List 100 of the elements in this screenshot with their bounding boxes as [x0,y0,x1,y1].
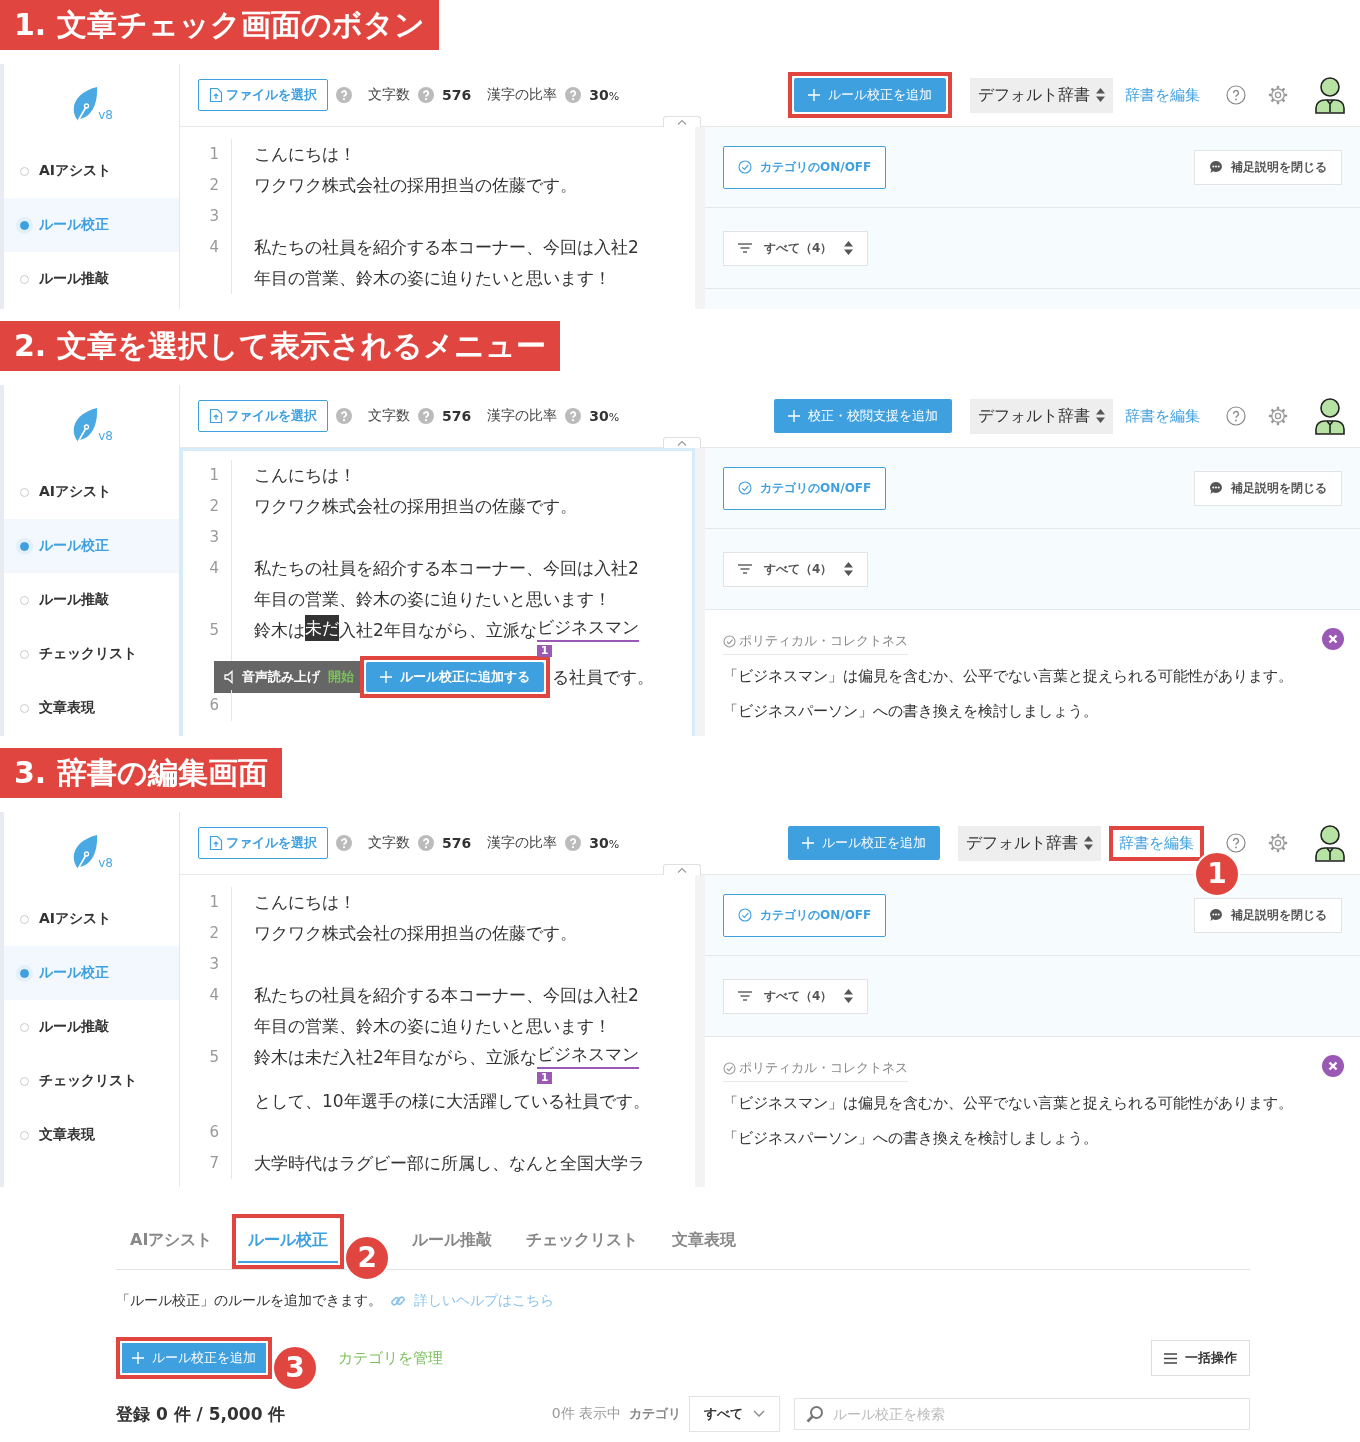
search-field[interactable]: ルール校正を検索 [794,1398,1250,1430]
line-number: 1 [180,887,232,918]
plus-icon [788,410,800,422]
line-number: 5 [180,615,232,659]
sidebar-item[interactable]: チェックリスト [4,627,179,681]
sort-caret-icon [1096,88,1105,102]
link-icon [390,1293,406,1309]
sidebar-item[interactable]: ルール推敲 [4,1000,179,1054]
close-notes-button[interactable]: 補足説明を閉じる [1194,470,1342,506]
collapse-button[interactable] [663,437,701,448]
dictionary-select[interactable]: デフォルト辞書 [958,825,1101,861]
line-number: 1 [180,460,232,491]
help-icon [1226,406,1246,426]
close-icon[interactable] [1322,628,1344,650]
sidebar-item[interactable]: 文章表現 [4,681,179,735]
editor-text: 大学時代はラグビー部に所属し、なんと全国大学ラ [254,1152,645,1175]
editor-text: ワクワク株式会社の採用担当の佐藤です。 [254,495,577,518]
editor-text: こんにちは！ [254,143,356,166]
step-number-badge: 2 [344,1234,391,1281]
sidebar-item[interactable]: AIアシスト [4,465,179,519]
help-icon [1226,833,1246,853]
filter-icon [738,564,752,574]
plus-icon [808,89,820,101]
sidebar-item[interactable]: AIアシスト [4,144,179,198]
step-number-badge: 3 [272,1345,318,1391]
close-notes-button[interactable]: 補足説明を閉じる [1194,897,1342,933]
speech-bubble-icon [1209,481,1223,495]
help-icon [418,408,434,424]
chevron-up-icon [677,867,687,873]
kanji-ratio-label: 漢字の比率 [487,407,558,425]
line-number: 3 [180,522,232,553]
tab[interactable]: チェックリスト [512,1219,653,1263]
speech-bubble-icon [1209,160,1223,174]
help-icon [336,835,352,851]
section-heading: 2. 文章を選択して表示されるメニュー [0,321,560,371]
sort-caret-icon [844,562,854,576]
help-icon [418,87,434,103]
help-icon [1226,85,1246,105]
dictionary-select[interactable]: デフォルト辞書 [970,77,1113,113]
read-aloud-button[interactable]: 音声読み上げ 開始 [214,661,360,693]
showing-count: 0件 表示中 [551,1405,621,1423]
sidebar-item[interactable]: 文章表現 [4,1108,179,1162]
upload-file-icon [209,87,223,103]
user-avatar-icon [1314,76,1346,114]
kanji-ratio-label: 漢字の比率 [487,86,558,104]
collapse-button[interactable] [663,864,701,875]
sidebar-item[interactable]: AIアシスト [4,892,179,946]
tab[interactable]: AIアシスト [116,1219,227,1263]
sidebar-item[interactable]: ルール推敲 [4,573,179,627]
settings-icon [1268,833,1288,853]
dictionary-select[interactable]: デフォルト辞書 [970,398,1113,434]
category-label: ポリティカル・コレクトネス [739,632,908,650]
close-icon[interactable] [1322,1055,1344,1077]
filter-select[interactable]: すべて（4） [723,230,869,266]
filter-select[interactable]: すべて（4） [723,978,869,1014]
suggestion-text: 「ビジネスマン」は偏見を含むか、公平でない言葉と捉えられる可能性があります。 [723,1093,1294,1114]
sidebar-item[interactable]: ルール推敲 [4,252,179,306]
bulk-action-button[interactable]: 一括操作 [1151,1340,1250,1376]
upload-file-icon [209,408,223,424]
section-heading: 1. 文章チェック画面のボタン [0,0,439,50]
kanji-ratio: 30% [589,835,620,851]
sidebar-item[interactable]: チェックリスト [4,1054,179,1108]
editor-text: ワクワク株式会社の採用担当の佐藤です。 [254,922,577,945]
editor-text: 鈴木は [254,619,305,642]
menu-icon [1164,1352,1177,1364]
char-count: 576 [442,408,472,424]
close-notes-button[interactable]: 補足説明を閉じる [1194,149,1342,185]
settings-icon [1268,406,1288,426]
editor-text: 私たちの社員を紹介する本コーナー、今回は入社2 [254,984,639,1007]
user-avatar-icon [1314,824,1346,862]
kanji-ratio: 30% [589,87,620,103]
help-icon [418,835,434,851]
flagged-text[interactable]: ビジネスマン [536,615,639,642]
sort-caret-icon [1096,409,1105,423]
tab[interactable]: 文章表現 [658,1219,751,1263]
version-label: v8 [98,108,113,122]
help-icon [565,408,582,424]
filter-select[interactable]: すべて（4） [723,551,869,587]
tab[interactable]: ルール推敲 [398,1219,507,1263]
line-number: 3 [180,201,232,232]
line-number: 6 [180,690,232,721]
check-circle-icon [738,481,752,495]
help-icon [565,87,582,103]
kanji-ratio-label: 漢字の比率 [487,834,558,852]
category-select[interactable]: すべて [689,1396,780,1432]
version-label: v8 [98,856,113,870]
flagged-text[interactable]: ビジネスマン [536,1042,639,1069]
section-heading: 3. 辞書の編集画面 [0,748,282,798]
description-text: 「ルール校正」のルールを追加できます。 [116,1292,382,1310]
registered-count: 登録 0 件 / 5,000 件 [116,1402,286,1426]
line-number: 5 [180,1042,232,1086]
issue-number-badge: 1 [536,645,553,657]
plus-icon [380,671,392,683]
filter-icon [738,243,752,253]
editor-text: 年目の営業、鈴木の姿に迫りたいと思います！ [254,588,611,611]
issue-number-badge: 1 [536,1072,553,1084]
char-count-label: 文字数 [368,86,410,104]
editor-text: こんにちは！ [254,891,356,914]
editor-text: こんにちは！ [254,464,356,487]
collapse-button[interactable] [663,116,701,127]
